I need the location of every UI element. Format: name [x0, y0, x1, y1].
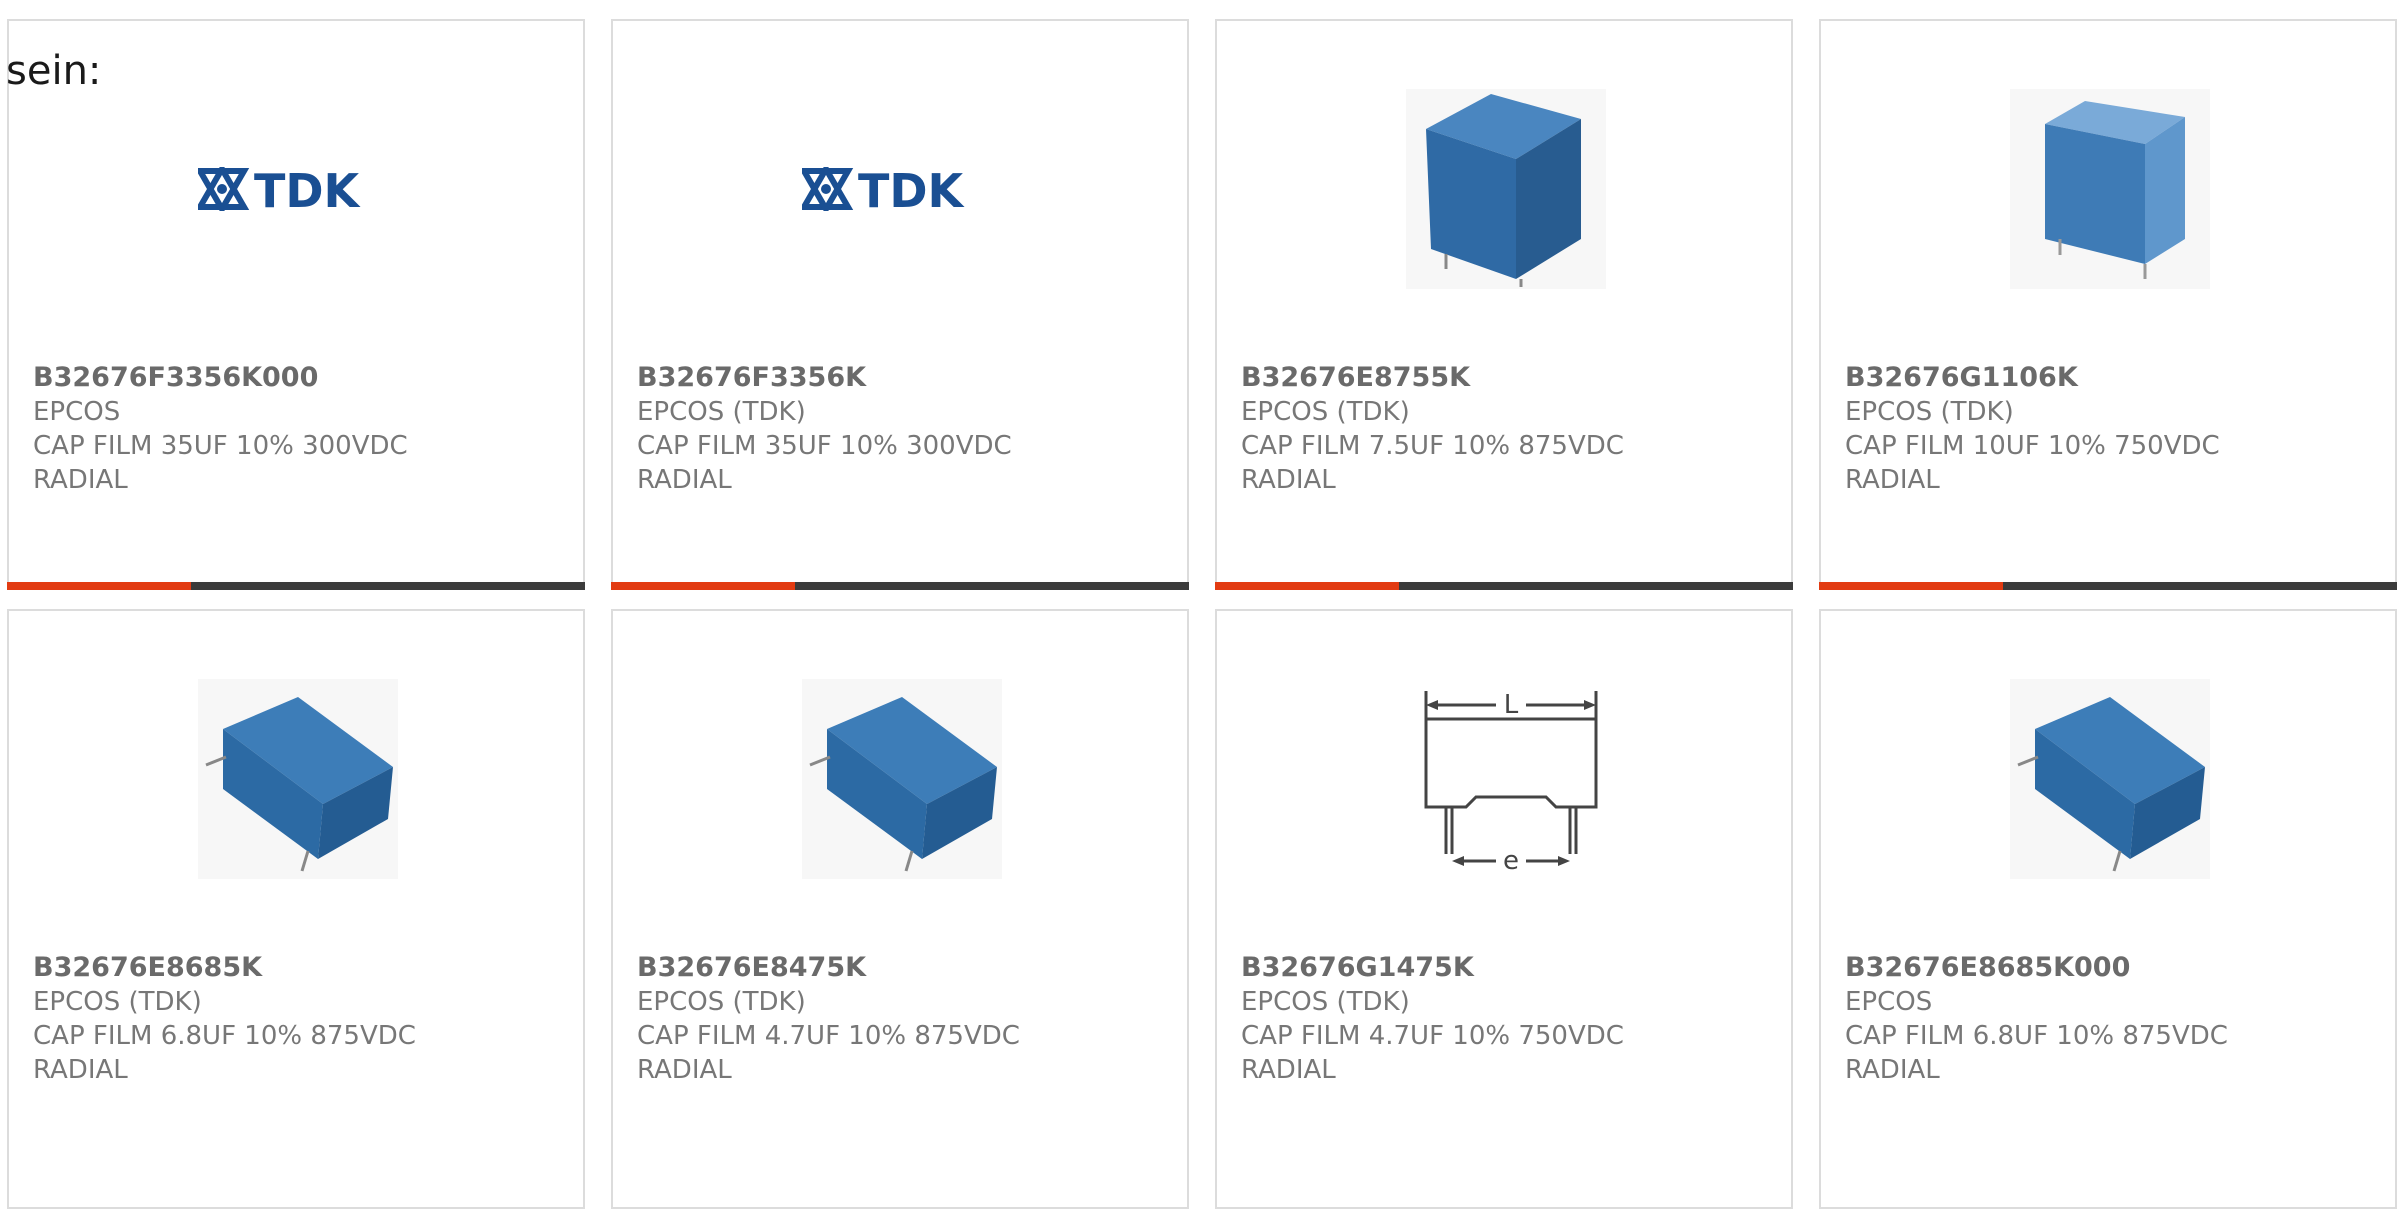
manufacturer: EPCOS [1845, 987, 1933, 1017]
product-card[interactable]: TDK B32676F3356K EPCOS (TDK) CAP FILM 35… [611, 19, 1189, 590]
accent-bar [611, 582, 795, 590]
card-bottom-bar [1215, 582, 1793, 590]
description: CAP FILM 6.8UF 10% 875VDC [33, 1021, 416, 1051]
description: CAP FILM 6.8UF 10% 875VDC [1845, 1021, 2228, 1051]
length-label: L [1504, 690, 1519, 720]
product-card[interactable]: B32676E8685K000 EPCOS CAP FILM 6.8UF 10%… [1819, 609, 2397, 1209]
part-number[interactable]: B32676F3356K000 [33, 361, 573, 395]
part-number[interactable]: B32676E8755K [1241, 361, 1781, 395]
card-bottom-bar [611, 582, 1189, 590]
part-number[interactable]: B32676G1475K [1241, 951, 1781, 985]
product-card[interactable]: TDK B32676F3356K000 EPCOS CAP FILM 35UF … [7, 19, 585, 590]
package: RADIAL [637, 465, 732, 495]
part-number[interactable]: B32676G1106K [1845, 361, 2385, 395]
manufacturer: EPCOS [33, 397, 121, 427]
description: CAP FILM 35UF 10% 300VDC [33, 431, 408, 461]
capacitor-upright-icon [1406, 89, 1606, 289]
accent-bar [1215, 582, 1399, 590]
manufacturer: EPCOS (TDK) [33, 987, 202, 1017]
description: CAP FILM 10UF 10% 750VDC [1845, 431, 2220, 461]
svg-text:TDK: TDK [254, 167, 362, 211]
manufacturer: EPCOS (TDK) [1845, 397, 2014, 427]
accent-bar [1819, 582, 2003, 590]
package: RADIAL [1845, 1055, 1940, 1085]
package: RADIAL [1241, 465, 1336, 495]
description: CAP FILM 35UF 10% 300VDC [637, 431, 1012, 461]
pitch-label: e [1503, 846, 1519, 876]
product-card[interactable]: B32676E8685K EPCOS (TDK) CAP FILM 6.8UF … [7, 609, 585, 1209]
manufacturer: EPCOS (TDK) [637, 987, 806, 1017]
product-card[interactable]: B32676G1106K EPCOS (TDK) CAP FILM 10UF 1… [1819, 19, 2397, 590]
capacitor-tilted-icon [802, 679, 1002, 879]
manufacturer: EPCOS (TDK) [1241, 397, 1410, 427]
package: RADIAL [1845, 465, 1940, 495]
description: CAP FILM 4.7UF 10% 875VDC [637, 1021, 1020, 1051]
package: RADIAL [637, 1055, 732, 1085]
card-bottom-bar [1819, 582, 2397, 590]
svg-text:TDK: TDK [858, 167, 966, 211]
card-bottom-bar [7, 582, 585, 590]
dimension-drawing-icon: L e [1406, 679, 1606, 879]
manufacturer: EPCOS (TDK) [637, 397, 806, 427]
product-card[interactable]: B32676E8755K EPCOS (TDK) CAP FILM 7.5UF … [1215, 19, 1793, 590]
part-number[interactable]: B32676F3356K [637, 361, 1177, 395]
tdk-logo: TDK [802, 89, 1002, 289]
manufacturer: EPCOS (TDK) [1241, 987, 1410, 1017]
description: CAP FILM 4.7UF 10% 750VDC [1241, 1021, 1624, 1051]
package: RADIAL [33, 465, 128, 495]
capacitor-upright-icon [2010, 89, 2210, 289]
product-card[interactable]: L e B32676G1475K EPCOS (TDK) CAP FILM 4.… [1215, 609, 1793, 1209]
tdk-logo: TDK [198, 89, 398, 289]
product-card[interactable]: B32676E8475K EPCOS (TDK) CAP FILM 4.7UF … [611, 609, 1189, 1209]
intro-text: sein: [6, 48, 102, 94]
part-number[interactable]: B32676E8685K [33, 951, 573, 985]
description: CAP FILM 7.5UF 10% 875VDC [1241, 431, 1624, 461]
accent-bar [7, 582, 191, 590]
capacitor-tilted-icon [198, 679, 398, 879]
package: RADIAL [1241, 1055, 1336, 1085]
capacitor-tilted-icon [2010, 679, 2210, 879]
part-number[interactable]: B32676E8685K000 [1845, 951, 2385, 985]
part-number[interactable]: B32676E8475K [637, 951, 1177, 985]
package: RADIAL [33, 1055, 128, 1085]
